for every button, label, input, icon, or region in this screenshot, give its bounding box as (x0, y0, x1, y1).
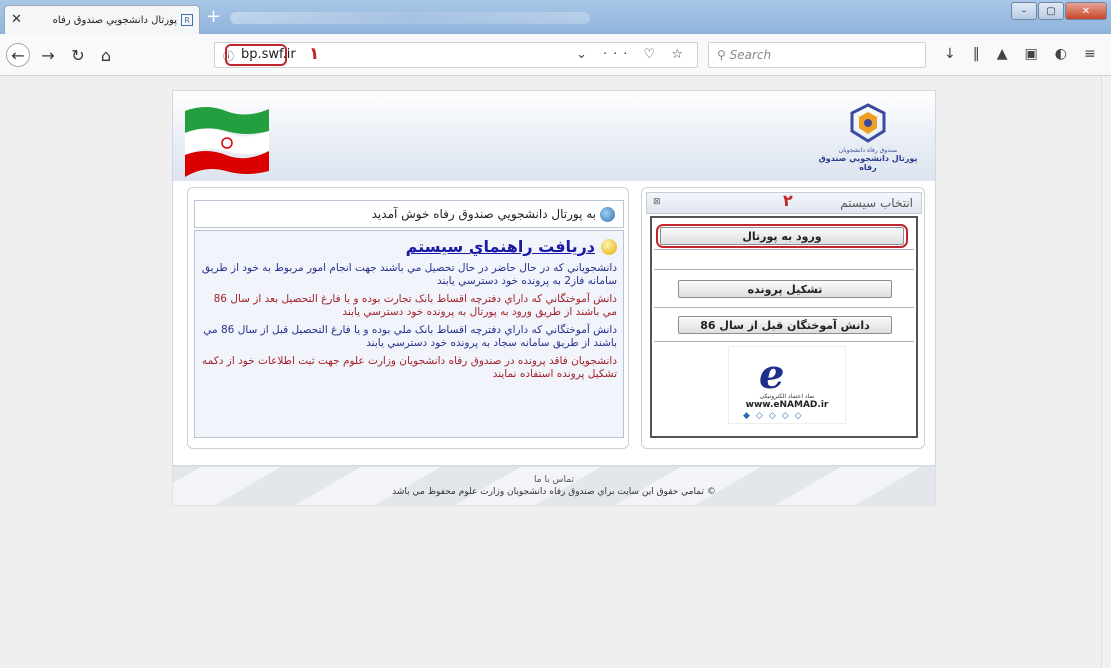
back-arrow-icon[interactable]: ← (6, 43, 30, 67)
welcome-text: به پورتال دانشجويي صندوق رفاه خوش آمديد (371, 207, 596, 221)
toolbar-icons: ↓ ‖ ▲ ▣ ◐ ≡ (944, 46, 1096, 62)
create-file-button[interactable]: تشكيل پرونده (678, 280, 892, 298)
portal-login-button[interactable]: ورود به پورتال (660, 227, 904, 245)
panel-minimize-icon[interactable]: ⊠ (653, 197, 661, 207)
search-input[interactable]: ⚲ Search (708, 42, 926, 68)
info-paragraph: دانشجوياني كه در حال حاضر در حال تحصيل م… (201, 262, 617, 287)
info-paragraph: دانش آموختگاني كه داراي دفترچه اقساط بان… (203, 324, 617, 349)
browser-tab[interactable]: R پورتال دانشجويي صندوق رفاه ✕ (4, 5, 200, 34)
search-icon: ⚲ (717, 48, 730, 62)
portal-page: صندوق رفاه دانشجويان پورتال دانشجويي صند… (172, 90, 936, 466)
enamad-small-text: نماد اعتماد الکترونیکی (759, 393, 815, 400)
globe-icon (600, 206, 615, 222)
enamad-logo-icon: e (759, 351, 785, 398)
download-icon[interactable]: ↓ (944, 46, 956, 62)
system-guide-link[interactable]: دريافت راهنماي سيستم (201, 237, 617, 256)
minimize-button[interactable]: – (1011, 2, 1037, 20)
addon-icon[interactable]: ◐ (1055, 46, 1067, 62)
enamad-badge[interactable]: e نماد اعتماد الکترونیکی www.eNAMAD.ir ◆… (728, 346, 846, 424)
swf-logo: صندوق رفاه دانشجويان پورتال دانشجويي صند… (813, 103, 923, 172)
menu-icon[interactable]: ≡ (1084, 46, 1096, 62)
maximize-button[interactable]: ▢ (1038, 2, 1064, 20)
window-controls: – ▢ ✕ (1011, 2, 1107, 20)
blurred-tabs (230, 12, 590, 24)
url-text[interactable]: bp.swf.ir (225, 44, 296, 66)
option-slot (654, 250, 914, 270)
option-slot: ورود به پورتال (654, 220, 914, 250)
window-close-button[interactable]: ✕ (1065, 2, 1107, 20)
info-paragraph: دانشجويان فاقد پرونده در صندوق رفاه دانش… (202, 355, 617, 380)
enamad-stars-icon: ◆◇◇◇◇ (743, 411, 808, 421)
welcome-panel: به پورتال دانشجويي صندوق رفاه خوش آمديد … (187, 187, 629, 449)
system-select-header: انتخاب سيستم ۲ ⊠ (646, 191, 922, 214)
iran-flag-icon (185, 107, 269, 177)
site-favicon-icon: R (181, 14, 193, 26)
system-select-title: انتخاب سيستم (840, 196, 913, 210)
logo-small-text: صندوق رفاه دانشجويان (838, 147, 898, 154)
page-footer: تماس با ما © تمامي حقوق اين سايت براي صن… (172, 466, 936, 506)
logo-title: پورتال دانشجويي صندوق رفاه (818, 154, 918, 172)
forward-arrow-icon[interactable]: → (36, 43, 60, 67)
swf-emblem-icon (850, 103, 886, 143)
tab-close-icon[interactable]: ✕ (11, 12, 22, 27)
browser-navbar: ← → ↻ ⌂ ⓘ bp.swf.ir ۱ ⌄ ··· ♡ ☆ ⚲ Search… (0, 34, 1111, 76)
annotation-1: ۱ (309, 44, 320, 64)
extension-icon[interactable]: ▲ (997, 46, 1008, 62)
sidebar-icon[interactable]: ▣ (1025, 46, 1038, 62)
tab-title: پورتال دانشجويي صندوق رفاه (52, 14, 177, 26)
system-options: ورود به پورتال تشكيل پرونده دانش آموختگا… (650, 216, 918, 438)
home-icon[interactable]: ⌂ (94, 43, 118, 67)
copyright-text: © تمامي حقوق اين سايت براي صندوق رفاه دا… (392, 487, 716, 497)
option-slot: دانش آموختگان قبل از سال 86 (654, 308, 914, 342)
enamad-url: www.eNAMAD.ir (745, 400, 829, 410)
guide-link-text[interactable]: دريافت راهنماي سيستم (406, 237, 595, 256)
alumni-before-86-button[interactable]: دانش آموختگان قبل از سال 86 (678, 316, 892, 334)
info-paragraph: دانش آموختگاني كه داراي دفترچه اقساط بان… (213, 293, 617, 318)
option-slot: تشكيل پرونده (654, 270, 914, 308)
lightbulb-icon (601, 238, 617, 255)
search-placeholder: Search (729, 48, 772, 62)
annotation-2: ۲ (783, 191, 793, 210)
browser-titlebar: R پورتال دانشجويي صندوق رفاه ✕ + – ▢ ✕ (0, 0, 1111, 34)
system-select-panel: انتخاب سيستم ۲ ⊠ ورود به پورتال تشكيل پر… (641, 187, 925, 449)
welcome-bar: به پورتال دانشجويي صندوق رفاه خوش آمديد (194, 200, 624, 228)
portal-header: صندوق رفاه دانشجويان پورتال دانشجويي صند… (173, 91, 935, 181)
contact-link[interactable]: تماس با ما (173, 475, 935, 485)
reload-icon[interactable]: ↻ (66, 43, 90, 67)
url-bar[interactable]: ⓘ bp.swf.ir ۱ ⌄ ··· ♡ ☆ (214, 42, 698, 68)
page-scrollbar[interactable] (1101, 76, 1111, 668)
urlbar-tools[interactable]: ⌄ ··· ♡ ☆ (576, 47, 689, 62)
new-tab-button[interactable]: + (206, 6, 221, 27)
info-content: دريافت راهنماي سيستم دانشجوياني كه در حا… (194, 230, 624, 438)
library-icon[interactable]: ‖ (973, 46, 980, 62)
